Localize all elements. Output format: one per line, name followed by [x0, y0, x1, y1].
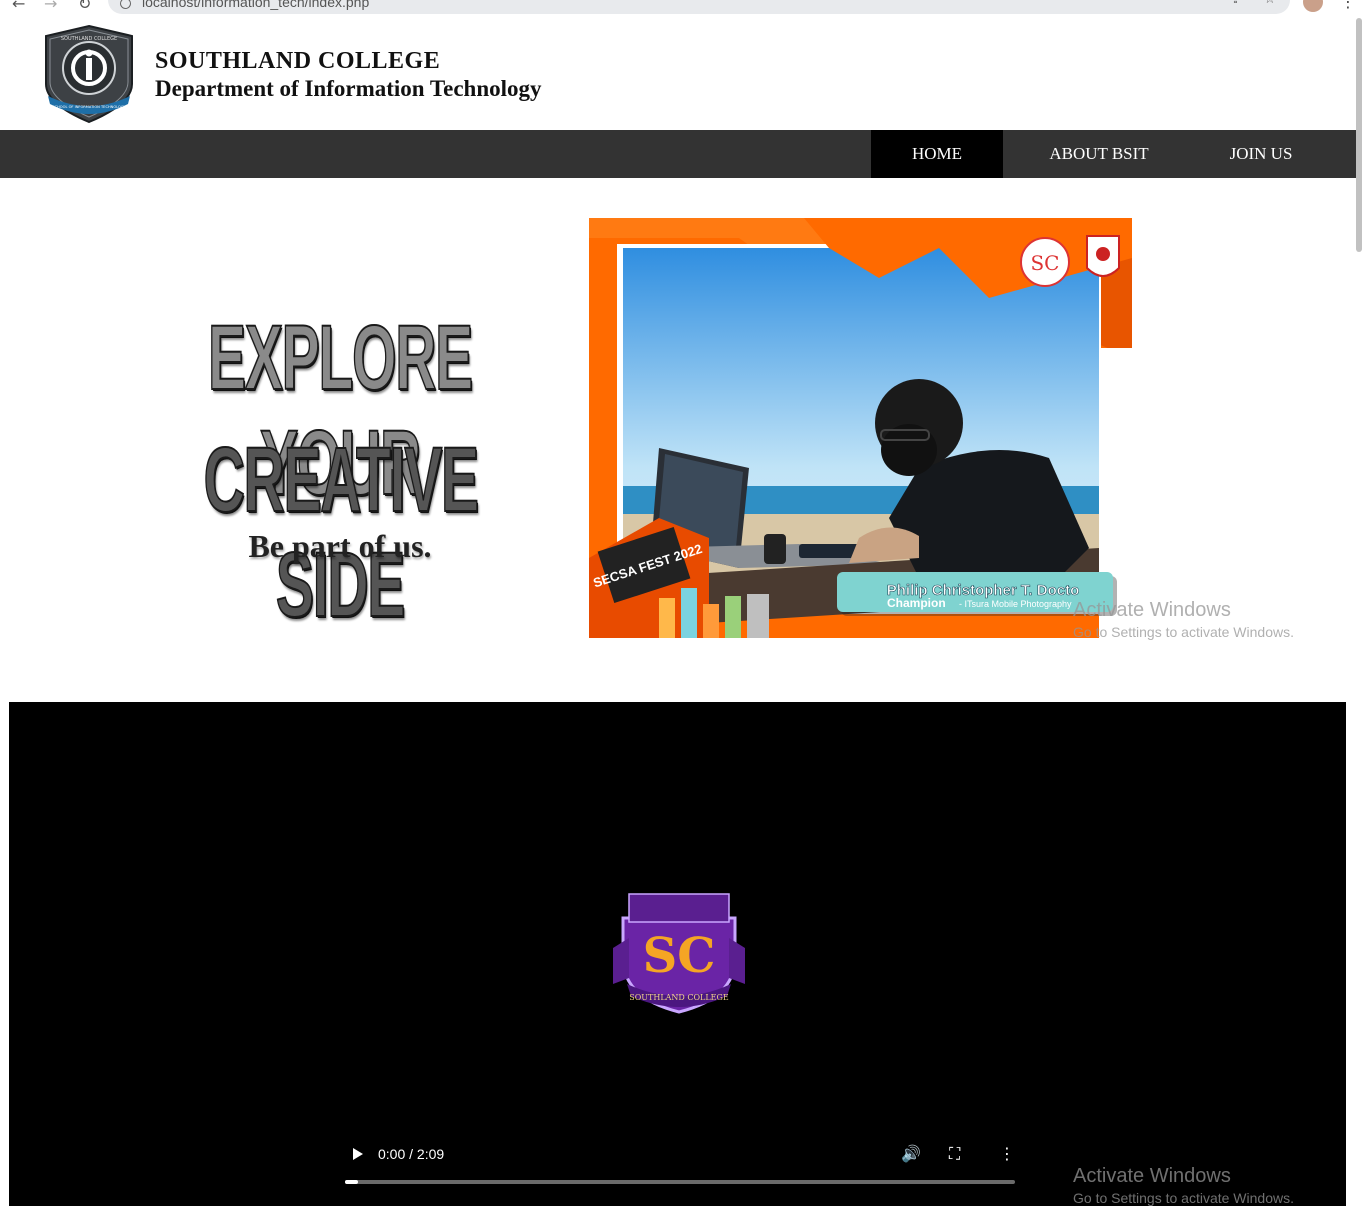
share-icon[interactable]: ⇪ [1230, 0, 1241, 7]
more-options-icon[interactable]: ⋮ [999, 1144, 1015, 1163]
site-header: SOUTHLAND COLLEGE SCHOOL OF INFORMATION … [0, 18, 1356, 130]
video-time: 0:00 / 2:09 [378, 1146, 445, 1162]
activate-windows-subtitle: Go to Settings to activate Windows. [1073, 624, 1294, 640]
nav-join-us[interactable]: JOIN US [1195, 130, 1327, 178]
photo-caption-award: Champion [887, 596, 946, 610]
star-icon[interactable]: ☆ [1264, 0, 1276, 7]
video-progress-fill [345, 1180, 359, 1184]
activate-windows-subtitle-bottom: Go to Settings to activate Windows. [1073, 1190, 1294, 1206]
profile-avatar[interactable] [1303, 0, 1323, 12]
activate-windows-title: Activate Windows [1073, 599, 1231, 621]
department-name: Department of Information Technology [155, 76, 542, 101]
fullscreen-icon[interactable]: ⛶ [949, 1144, 960, 1164]
main-navbar: HOME ABOUT BSIT JOIN US [0, 130, 1356, 178]
featured-photo: SC SECSA FEST 2022 Philip Christopher T.… [589, 218, 1132, 638]
nav-about-bsit[interactable]: ABOUT BSIT [1003, 130, 1195, 178]
video-logo-letters: SC [643, 928, 716, 984]
college-name: SOUTHLAND COLLEGE [155, 48, 441, 74]
scrollbar-thumb[interactable] [1356, 18, 1362, 252]
back-icon[interactable]: ← [12, 0, 25, 13]
info-icon[interactable] [120, 0, 131, 9]
forward-icon[interactable]: → [44, 0, 57, 13]
browser-menu-icon[interactable]: ⋮ [1340, 0, 1356, 11]
video-controls: 0:00 / 2:09 🔊 ⛶ ⋮ [345, 1140, 1015, 1190]
video-player[interactable]: SC SOUTHLAND COLLEGE 0:00 / 2:09 🔊 ⛶ ⋮ [9, 702, 1346, 1206]
video-logo-text: SOUTHLAND COLLEGE [629, 993, 729, 1002]
photo-caption-category: - ITsura Mobile Photography [959, 599, 1072, 609]
southland-video-logo: SC SOUTHLAND COLLEGE [613, 893, 745, 1014]
activate-windows-title-bottom: Activate Windows [1073, 1165, 1231, 1187]
play-icon[interactable] [353, 1148, 363, 1160]
url-text[interactable]: localhost/information_tech/index.php [142, 0, 369, 10]
logo-text: SOUTHLAND COLLEGE [61, 36, 117, 42]
nav-home[interactable]: HOME [871, 130, 1003, 178]
hero-tagline: Be part of us. [248, 528, 432, 564]
svg-text:SC: SC [1030, 251, 1059, 275]
video-progress-bar[interactable] [345, 1180, 1015, 1184]
volume-icon[interactable]: 🔊 [901, 1144, 921, 1163]
address-bar[interactable]: localhost/information_tech/index.php ⇪ ☆ [108, 0, 1290, 14]
reload-icon[interactable]: ↻ [78, 0, 91, 13]
logo-subtext: SCHOOL OF INFORMATION TECHNOLOGY [52, 105, 126, 109]
hero-banner-text: EXPLORE YOUR CREATIVE SIDE Be part of us… [120, 300, 560, 637]
browser-toolbar: ← → ↻ localhost/information_tech/index.p… [0, 0, 1362, 18]
college-logo[interactable]: SOUTHLAND COLLEGE SCHOOL OF INFORMATION … [40, 24, 138, 124]
